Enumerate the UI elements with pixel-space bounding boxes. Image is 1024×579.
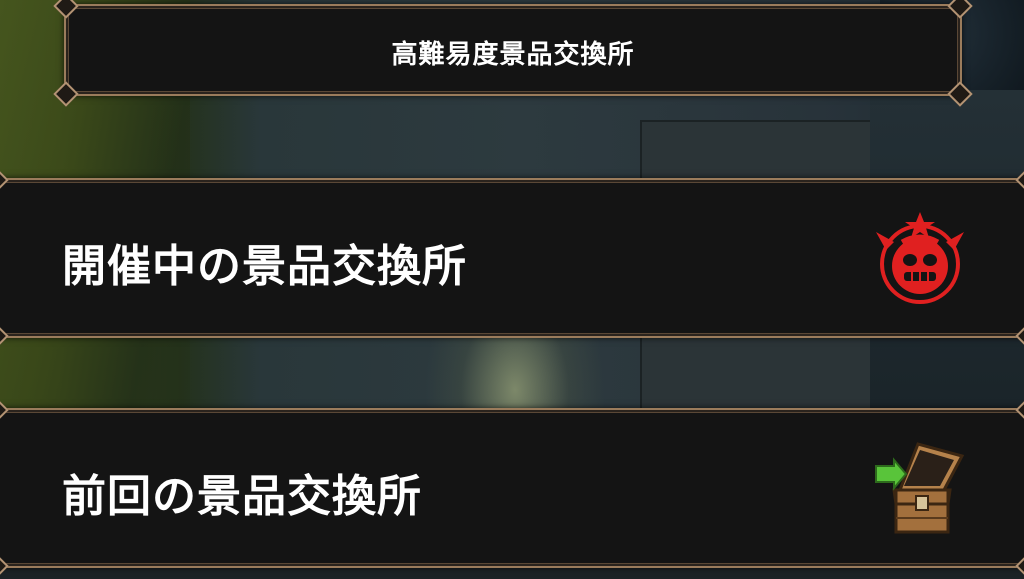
header-banner: 高難易度景品交換所 bbox=[53, 0, 973, 107]
red-demon-emblem-icon bbox=[872, 206, 968, 310]
previous-exchange-button[interactable]: 前回の景品交換所 bbox=[0, 397, 1024, 579]
page-title: 高難易度景品交換所 bbox=[391, 40, 635, 70]
previous-exchange-label: 前回の景品交換所 bbox=[62, 471, 422, 522]
treasure-chest-icon bbox=[872, 436, 968, 540]
current-exchange-label: 開催中の景品交換所 bbox=[62, 241, 467, 292]
current-exchange-button[interactable]: 開催中の景品交換所 bbox=[0, 167, 1024, 349]
corner-ornament bbox=[0, 553, 9, 579]
